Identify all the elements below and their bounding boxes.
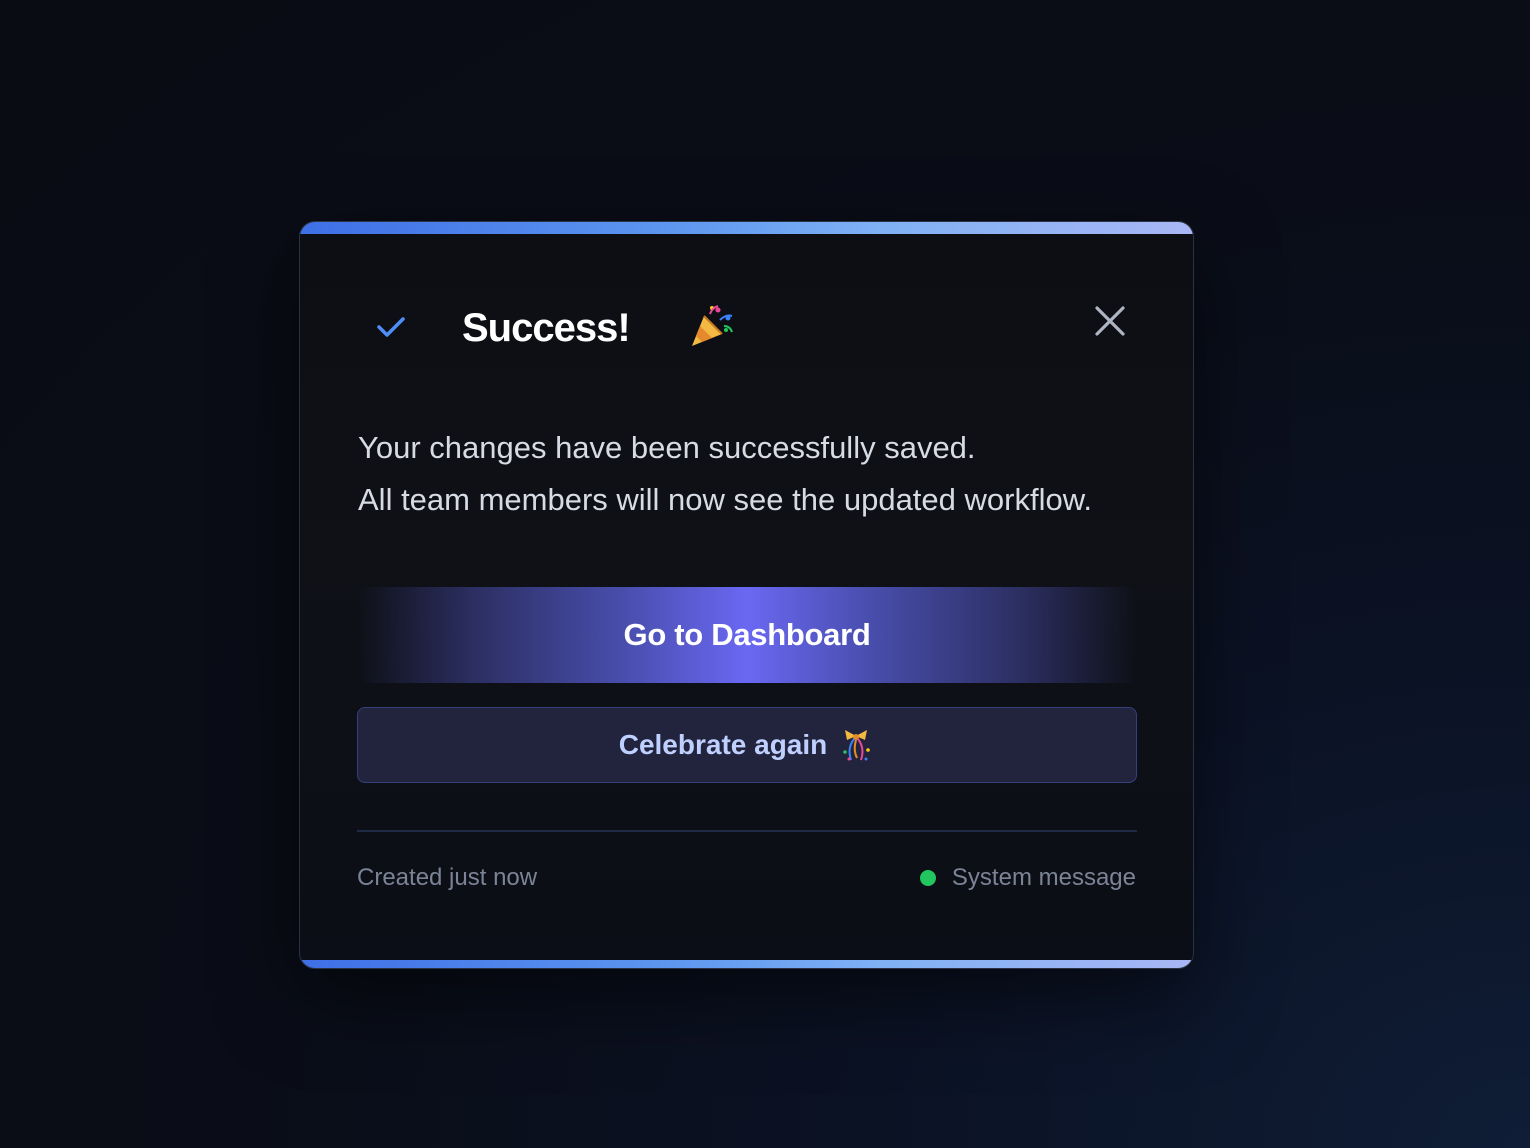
close-icon [1095, 306, 1125, 336]
confetti-ribbon-icon [843, 730, 871, 761]
celebrate-again-label: Celebrate again [618, 729, 828, 760]
close-button[interactable] [1085, 296, 1135, 346]
created-timestamp: Created just now [357, 864, 538, 891]
go-to-dashboard-label: Go to Dashboard [623, 617, 871, 652]
message-type: System message [919, 864, 1136, 892]
dialog-title: Success! [462, 306, 631, 350]
top-accent-bar [300, 222, 1193, 234]
success-dialog: Success! Your changes have been successf… [299, 221, 1194, 969]
party-popper-icon [692, 305, 733, 346]
go-to-dashboard-button[interactable]: Go to Dashboard [358, 587, 1136, 683]
check-icon [377, 317, 405, 337]
message-type-label: System message [951, 864, 1136, 891]
celebrate-again-button[interactable]: Celebrate again [357, 707, 1137, 783]
bottom-accent-bar [300, 960, 1193, 968]
message-line-2: All team members will now see the update… [358, 482, 1092, 517]
message-line-1: Your changes have been successfully save… [358, 430, 976, 465]
dialog-message: Your changes have been successfully save… [358, 422, 1153, 526]
footer-divider [357, 830, 1137, 832]
dialog-header: Success! [358, 296, 1135, 356]
status-dot-icon [919, 870, 936, 886]
